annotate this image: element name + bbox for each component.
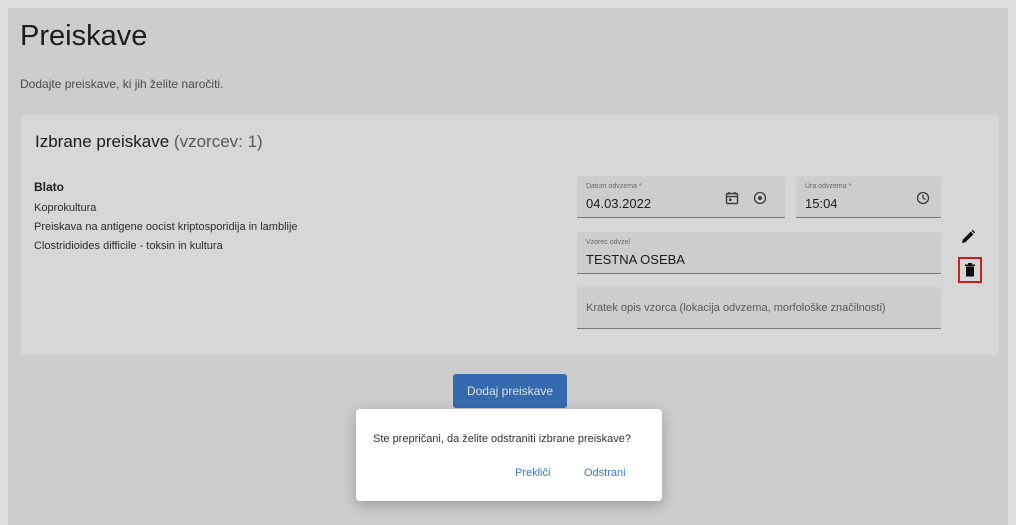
cancel-button[interactable]: Prekliči: [515, 467, 550, 479]
confirm-remove-dialog: Ste prepričani, da želite odstraniti izb…: [356, 409, 662, 501]
remove-button[interactable]: Odstrani: [584, 467, 626, 479]
dialog-message: Ste prepričani, da želite odstraniti izb…: [373, 433, 632, 445]
